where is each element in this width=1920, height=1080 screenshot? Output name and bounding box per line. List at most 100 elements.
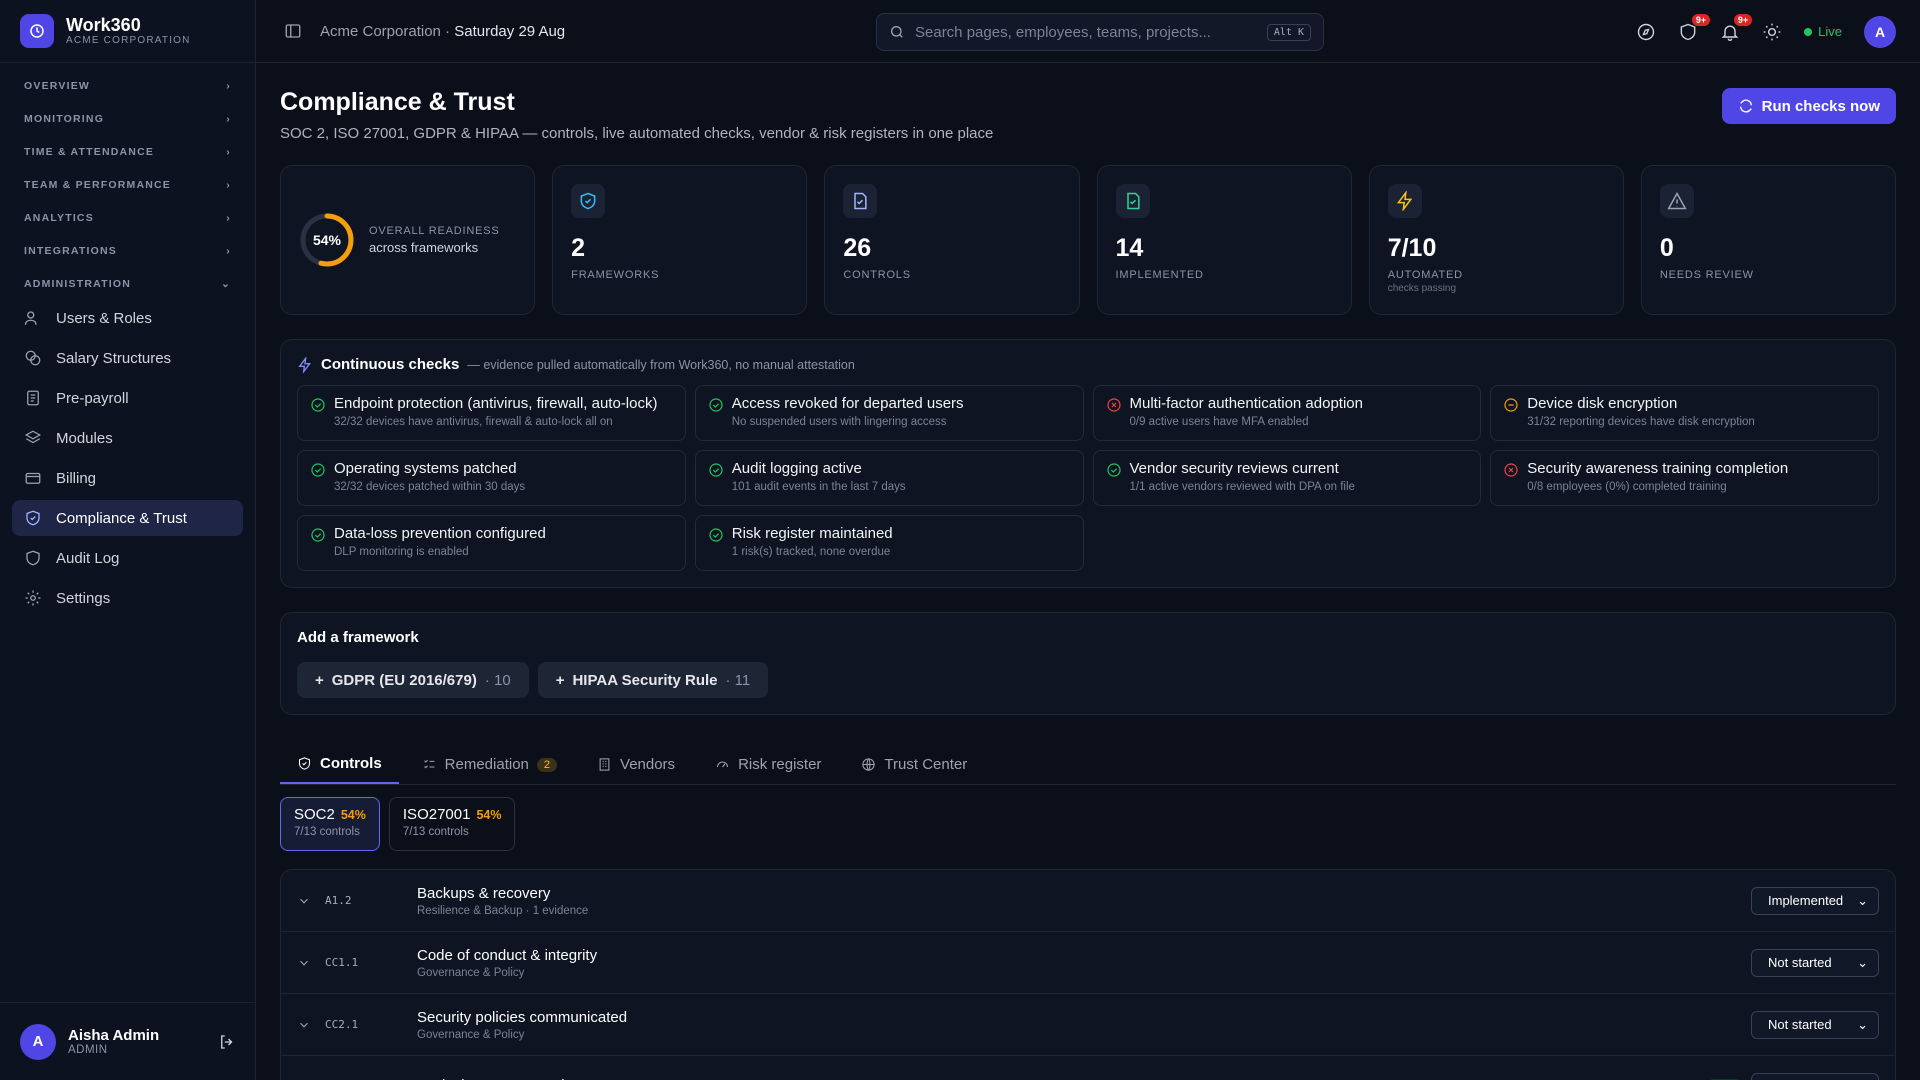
check-detail: 32/32 devices patched within 30 days (334, 481, 526, 493)
search-input[interactable]: Search pages, employees, teams, projects… (876, 13, 1324, 51)
alerts-badge: 9+ (1691, 13, 1711, 26)
building-icon (599, 758, 610, 771)
gauge-icon (717, 761, 729, 768)
chevron-down-icon[interactable] (297, 894, 311, 908)
status-select[interactable]: Not started ⌄ (1751, 1010, 1879, 1039)
status-select[interactable]: Not started ⌄ (1751, 948, 1879, 977)
shortcut-hint: Alt K (1266, 23, 1311, 41)
table-row[interactable]: CC6.1Logical access controlsautoImplemen… (281, 1056, 1895, 1080)
tab-remediation[interactable]: Remediation 2 (405, 745, 574, 784)
page-title: Compliance & Trust (280, 88, 515, 116)
stats-row: 54% OVERALL READINESS across frameworks 2… (280, 165, 1897, 315)
check-item[interactable]: Risk register maintained 1 risk(s) tracke… (694, 515, 1084, 571)
nav-section-overview[interactable]: OVERVIEW › (0, 69, 255, 102)
file-icon (854, 192, 867, 210)
tab-vendors[interactable]: Vendors (580, 745, 692, 784)
check-item[interactable]: Security awareness training completion 0/… (1490, 450, 1879, 506)
sidebar: Work360 ACME CORPORATION OVERVIEW › MONITO… (0, 0, 256, 1080)
check-item[interactable]: Audit logging active 101 audit events in … (694, 450, 1084, 506)
layers-icon (24, 430, 42, 444)
check-item[interactable]: Multi-factor authentication adoption 0/9 … (1092, 385, 1482, 441)
sidebar-item-billing[interactable]: Billing (12, 460, 243, 496)
readiness-label: OVERALL READINESS (369, 225, 500, 237)
user-profile[interactable]: A Aisha Admin ADMIN (0, 1002, 256, 1080)
check-circle-icon (709, 463, 723, 477)
stat-implemented: 14 IMPLEMENTED (1096, 165, 1352, 315)
sidebar-item-compliance[interactable]: Compliance & Trust (12, 500, 243, 536)
check-item[interactable]: Device disk encryption 31/32 reporting de… (1490, 385, 1879, 441)
table-row[interactable]: CC2.1 Security policies communicated Gover… (281, 994, 1895, 1056)
tab-risk-register[interactable]: Risk register (698, 745, 838, 784)
chevron-down-icon: ⌄ (1857, 892, 1868, 908)
brand[interactable]: Work360 ACME CORPORATION (0, 0, 255, 63)
framework-soc2[interactable]: SOC2 54% 7/13 controls (280, 797, 380, 851)
check-item[interactable]: Endpoint protection (antivirus, firewall… (297, 385, 686, 441)
stat-readiness: 54% OVERALL READINESS across frameworks (280, 165, 536, 315)
brand-name: Work360 (66, 15, 141, 35)
table-row[interactable]: A1.2 Backups & recovery Resilience & Backu… (281, 870, 1895, 932)
check-detail: 0/8 employees (0%) completed training (1527, 481, 1727, 493)
chevron-down-icon: ⌄ (1857, 1016, 1868, 1032)
alerts-button[interactable]: 9+ (1678, 13, 1711, 42)
nav-section-integrations[interactable]: INTEGRATIONS › (0, 234, 255, 267)
status-select[interactable]: Implemented⌄ (1751, 886, 1879, 915)
refresh-icon (1739, 99, 1752, 113)
check-item[interactable]: Access revoked for departed users No susp… (694, 385, 1084, 441)
sidebar-item-audit-log[interactable]: Audit Log (12, 540, 243, 576)
check-detail: 32/32 devices have antivirus, firewall &… (334, 416, 613, 428)
live-status: Live (1804, 24, 1842, 39)
control-code: A1.2 (325, 894, 352, 907)
readiness-ring: 54% (300, 213, 354, 267)
sidebar-item-settings[interactable]: Settings (12, 580, 243, 616)
tab-trust-center[interactable]: Trust Center (844, 745, 984, 784)
check-item[interactable]: Operating systems patched 32/32 devices p… (297, 450, 686, 506)
check-title: Device disk encryption (1527, 395, 1678, 412)
nav-section-team[interactable]: TEAM & PERFORMANCE › (0, 168, 255, 201)
chevron-down-icon[interactable] (297, 956, 311, 970)
sidebar-item-salary[interactable]: Salary Structures (12, 340, 243, 376)
x-circle-icon (1106, 398, 1121, 412)
nav-section-analytics[interactable]: ANALYTICS › (0, 201, 255, 234)
control-name: Backups & recovery (417, 884, 551, 902)
check-title: Vendor security reviews current (1129, 460, 1339, 477)
compass-button[interactable] (1636, 22, 1656, 42)
chevron-down-icon[interactable] (297, 1018, 311, 1032)
check-item[interactable]: Vendor security reviews current 1/1 activ… (1092, 450, 1482, 506)
sidebar-item-modules[interactable]: Modules (12, 420, 243, 456)
check-item[interactable]: Data-loss prevention configured DLP monit… (297, 515, 686, 571)
control-name: Logical access controls (417, 1077, 572, 1080)
logout-icon[interactable] (218, 1033, 236, 1051)
check-title: Risk register maintained (731, 525, 893, 542)
check-circle-icon (709, 398, 723, 412)
add-hipaa-button[interactable]: + HIPAA Security Rule · 11 (537, 662, 769, 698)
framework-iso27001[interactable]: ISO27001 54% 7/13 controls (388, 797, 516, 851)
brand-org: ACME CORPORATION (66, 35, 191, 46)
shield-icon (26, 550, 40, 566)
nav-section-administration[interactable]: ADMINISTRATION ⌄ (0, 267, 255, 300)
theme-toggle[interactable] (1762, 22, 1782, 42)
check-circle-icon (311, 528, 325, 542)
logo-icon (20, 14, 54, 48)
chevron-down-icon: ⌄ (221, 277, 231, 290)
search-icon (891, 26, 903, 38)
nav-section-time[interactable]: TIME & ATTENDANCE › (0, 135, 255, 168)
compass-icon (1637, 23, 1655, 40)
breadcrumb: Acme Corporation · Saturday 29 Aug (320, 22, 566, 40)
check-title: Endpoint protection (antivirus, firewall… (334, 395, 658, 412)
readiness-sub: across frameworks (369, 240, 479, 255)
run-checks-button[interactable]: Run checks now (1721, 88, 1896, 124)
lightning-icon (298, 356, 311, 373)
tab-controls[interactable]: Controls (280, 745, 399, 784)
status-select[interactable]: Implemented⌄ (1751, 1072, 1879, 1080)
stat-automated: 7/10 AUTOMATED checks passing (1368, 165, 1624, 315)
table-row[interactable]: CC1.1 Code of conduct & integrity Governan… (281, 932, 1895, 994)
readiness-value: 54% (313, 232, 342, 248)
chevron-right-icon: › (226, 178, 231, 191)
sidebar-item-users-roles[interactable]: Users & Roles (12, 300, 243, 336)
sidebar-toggle-icon[interactable] (284, 22, 302, 40)
notifications-button[interactable]: 9+ (1720, 13, 1753, 42)
avatar[interactable]: A (1864, 15, 1896, 48)
nav-section-monitoring[interactable]: MONITORING › (0, 102, 255, 135)
sidebar-item-prepayroll[interactable]: Pre-payroll (12, 380, 243, 416)
add-gdpr-button[interactable]: + GDPR (EU 2016/679) · 10 (297, 662, 529, 698)
